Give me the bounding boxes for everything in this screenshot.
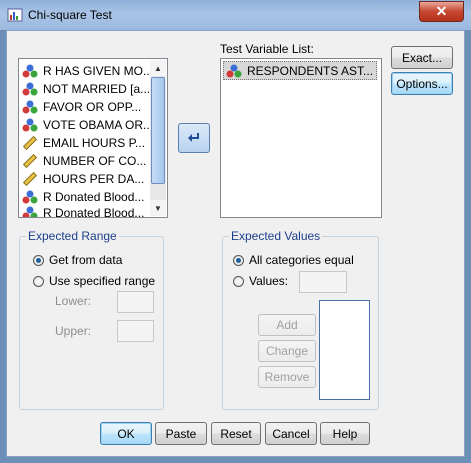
lower-field[interactable] <box>117 291 154 313</box>
list-item[interactable]: NUMBER OF CO... <box>22 152 146 169</box>
expected-range-legend: Expected Range <box>26 229 119 243</box>
add-button[interactable]: Add <box>258 314 316 336</box>
cancel-button[interactable]: Cancel <box>265 422 317 445</box>
nominal-icon <box>226 64 242 77</box>
source-list-scrollbar[interactable]: ▲ ▼ <box>150 60 166 216</box>
cancel-button-label: Cancel <box>272 426 310 441</box>
radio-selected-icon <box>33 254 44 266</box>
list-item-label: R Donated Blood... <box>43 189 145 204</box>
source-variable-list[interactable]: R HAS GIVEN MO... NOT MARRIED [a... FAVO… <box>18 58 168 218</box>
list-item[interactable]: RESPONDENTS AST... <box>223 61 377 80</box>
add-button-label: Add <box>276 318 298 332</box>
list-item[interactable]: R Donated Blood... <box>22 188 144 205</box>
exact-button[interactable]: Exact... <box>391 46 453 69</box>
lower-label: Lower: <box>55 294 92 308</box>
list-item-label: R HAS GIVEN MO... <box>43 63 154 78</box>
nominal-icon <box>22 64 38 77</box>
list-item-label: VOTE OBAMA OR... <box>43 117 154 132</box>
list-item-label: EMAIL HOURS P... <box>43 135 146 150</box>
list-item[interactable]: HOURS PER DA... <box>22 170 144 187</box>
nominal-icon <box>22 100 38 113</box>
paste-button[interactable]: Paste <box>155 422 207 445</box>
list-item-label: R Donated Blood... <box>43 206 145 217</box>
values-field[interactable] <box>299 271 347 293</box>
nominal-icon <box>22 118 38 131</box>
values-list[interactable] <box>319 300 370 400</box>
scroll-thumb[interactable] <box>151 77 165 184</box>
change-button[interactable]: Change <box>258 340 316 362</box>
list-item[interactable]: EMAIL HOURS P... <box>22 134 145 151</box>
close-button[interactable]: ✕ <box>419 1 464 22</box>
upper-label: Upper: <box>55 324 92 338</box>
radio-unselected-icon <box>33 275 44 287</box>
list-item[interactable]: VOTE OBAMA OR... <box>22 116 153 133</box>
change-button-label: Change <box>265 344 309 358</box>
help-button[interactable]: Help <box>320 422 370 445</box>
window-title: Chi-square Test <box>28 8 112 22</box>
exact-button-label: Exact... <box>401 50 442 65</box>
nominal-icon <box>22 82 38 95</box>
nominal-icon <box>22 190 38 203</box>
radio-selected-icon <box>233 254 244 266</box>
remove-button[interactable]: Remove <box>258 366 316 388</box>
test-variable-list-label: Test Variable List: <box>220 42 314 56</box>
all-categories-equal-radio[interactable]: All categories equal <box>233 253 354 267</box>
use-specified-range-radio[interactable]: Use specified range <box>33 274 155 288</box>
move-variable-button[interactable] <box>178 123 210 153</box>
list-item-label: HOURS PER DA... <box>43 171 145 186</box>
nominal-icon <box>22 206 38 217</box>
scroll-up-icon[interactable]: ▲ <box>150 60 166 76</box>
remove-button-label: Remove <box>264 370 310 384</box>
options-button-label: Options... <box>396 76 448 91</box>
scale-icon <box>22 171 38 186</box>
list-item-label: FAVOR OR OPP... <box>43 99 142 114</box>
all-categories-equal-label: All categories equal <box>249 253 354 267</box>
help-button-label: Help <box>332 426 358 441</box>
options-button[interactable]: Options... <box>391 72 453 95</box>
paste-button-label: Paste <box>165 426 197 441</box>
list-item-label: RESPONDENTS AST... <box>247 63 374 78</box>
scale-icon <box>22 135 38 150</box>
use-specified-range-label: Use specified range <box>49 274 156 288</box>
list-item[interactable]: NOT MARRIED [a... <box>22 80 150 97</box>
list-item[interactable]: R Donated Blood... <box>22 206 144 217</box>
expected-values-legend: Expected Values <box>229 229 323 243</box>
get-from-data-label: Get from data <box>49 253 123 267</box>
values-radio[interactable]: Values: <box>233 274 288 288</box>
list-item[interactable]: R HAS GIVEN MO... <box>22 62 153 79</box>
app-icon <box>7 7 23 23</box>
list-item[interactable]: FAVOR OR OPP... <box>22 98 141 115</box>
test-variable-list[interactable]: RESPONDENTS AST... <box>220 58 382 218</box>
upper-field[interactable] <box>117 320 154 342</box>
reset-button[interactable]: Reset <box>211 422 261 445</box>
ok-button-label: OK <box>117 426 135 441</box>
radio-unselected-icon <box>233 275 244 287</box>
reset-button-label: Reset <box>220 426 252 441</box>
get-from-data-radio[interactable]: Get from data <box>33 253 122 267</box>
scroll-down-icon[interactable]: ▼ <box>150 200 166 216</box>
values-label: Values: <box>249 274 289 288</box>
arrow-left-icon <box>188 133 199 142</box>
list-item-label: NOT MARRIED [a... <box>43 81 151 96</box>
close-icon: ✕ <box>435 3 448 19</box>
scale-icon <box>22 153 38 168</box>
ok-button[interactable]: OK <box>100 422 152 445</box>
list-item-label: NUMBER OF CO... <box>43 153 147 168</box>
